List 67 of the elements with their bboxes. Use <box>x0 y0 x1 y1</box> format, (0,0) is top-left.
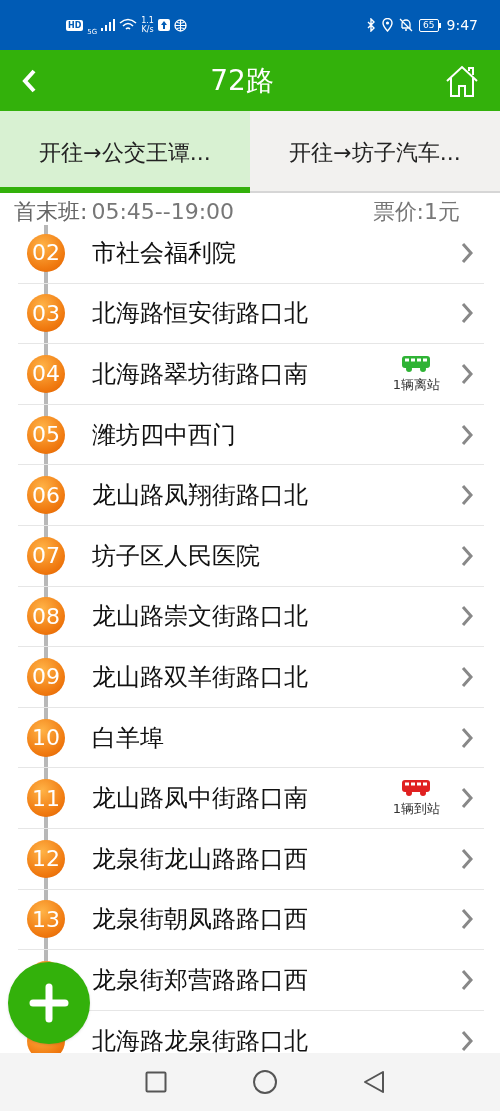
station-number: 12 <box>27 839 65 878</box>
station-name[interactable]: 龙泉街龙山路路口西 <box>92 840 308 877</box>
chevron-icon <box>460 726 474 749</box>
station-number: 13 <box>27 900 65 939</box>
recent-apps-icon <box>145 1071 167 1093</box>
station-number: 02 <box>27 233 65 272</box>
clock: 9:47 <box>446 15 478 35</box>
bell-off-icon <box>399 18 414 32</box>
station-number: 05 <box>27 415 65 454</box>
battery-tip <box>438 22 441 28</box>
station-name[interactable]: 北海路龙泉街路口北 <box>92 1022 308 1053</box>
station-name[interactable]: 龙山路双羊街路口北 <box>92 658 308 695</box>
station-name[interactable]: 北海路翠坊街路口南 <box>92 356 308 392</box>
chevron-icon <box>460 423 474 446</box>
station-name[interactable]: 北海路恒安街路口北 <box>92 295 308 332</box>
station-name[interactable]: 龙泉街朝凤路路口西 <box>92 901 308 938</box>
chevron-icon <box>460 908 474 931</box>
fare: 票价:1元 <box>372 199 460 225</box>
station-number: 09 <box>27 657 65 696</box>
chevron-icon <box>460 363 474 385</box>
station-number: 04 <box>27 355 65 393</box>
signal-icon <box>101 19 116 31</box>
station-number: 08 <box>27 597 65 636</box>
chevron-icon <box>460 241 474 264</box>
service-hours: 05:45--19:00 <box>91 199 235 225</box>
chevron-icon <box>460 605 474 628</box>
station-name[interactable]: 龙山路凤中街路口南 <box>92 780 308 817</box>
wifi-icon <box>119 18 138 32</box>
station-number: 03 <box>27 294 65 333</box>
station-name[interactable]: 龙山路崇文街路口北 <box>92 598 308 635</box>
home-nav-icon <box>253 1070 277 1094</box>
station-number: 07 <box>27 536 65 575</box>
chevron-icon <box>460 847 474 870</box>
bluetooth-icon <box>366 18 377 32</box>
location-icon <box>382 18 394 32</box>
direction-tab[interactable]: 开往→坊子汽车... <box>250 111 500 193</box>
bus-status: 1辆离站 <box>392 377 440 393</box>
back-nav-icon <box>363 1070 385 1094</box>
station-name[interactable]: 市社会福利院 <box>92 234 236 271</box>
globe-icon <box>173 18 187 32</box>
chevron-icon <box>460 1029 474 1052</box>
plus-icon <box>29 983 69 1023</box>
hd-badge: HD <box>66 19 84 31</box>
station-name[interactable]: 龙山路凤翔街路口北 <box>92 477 308 514</box>
speed-value: 1.1 <box>141 16 154 25</box>
chevron-icon <box>460 484 474 507</box>
bus-status: 1辆到站 <box>392 801 440 818</box>
station-number: 11 <box>27 779 65 818</box>
chevron-icon <box>460 968 474 991</box>
station-number: 10 <box>27 718 65 757</box>
station-name[interactable]: 潍坊四中西门 <box>92 416 236 453</box>
hours-label: 首末班: <box>14 199 88 225</box>
chevron-icon <box>460 544 474 567</box>
page-title: 72路 <box>209 62 275 99</box>
station-name[interactable]: 坊子区人民医院 <box>92 537 260 574</box>
back-icon <box>20 67 38 94</box>
home-icon <box>445 63 479 98</box>
station-name[interactable]: 龙泉街郑营路路口西 <box>92 961 308 998</box>
station-name[interactable]: 白羊埠 <box>92 719 164 756</box>
chevron-icon <box>460 665 474 688</box>
speed-unit: K/s <box>141 25 154 34</box>
direction-tab[interactable]: 开往→公交王谭... <box>0 111 250 193</box>
battery-level: 65 <box>419 18 439 32</box>
upload-icon <box>157 19 170 31</box>
chevron-icon <box>460 302 474 325</box>
station-number: 06 <box>27 476 65 515</box>
chevron-icon <box>460 787 474 810</box>
